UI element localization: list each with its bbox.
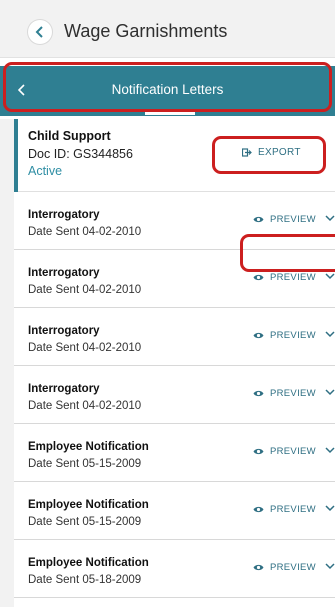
- tab-title[interactable]: Notification Letters: [0, 82, 335, 97]
- list-item[interactable]: Employee Notification Date Sent 05-18-20…: [14, 540, 335, 598]
- chevron-down-icon[interactable]: [325, 215, 335, 222]
- letters-list: Interrogatory Date Sent 04-02-2010 PREVI…: [14, 192, 335, 598]
- chevron-left-icon: [35, 26, 43, 38]
- status-text: Active: [28, 164, 63, 178]
- chevron-down-icon[interactable]: [325, 389, 335, 396]
- page-title: Wage Garnishments: [64, 21, 228, 41]
- preview-button[interactable]: PREVIEW: [253, 388, 316, 399]
- list-item[interactable]: Interrogatory Date Sent 04-02-2010 PREVI…: [14, 308, 335, 366]
- letter-date: Date Sent 05-15-2009: [28, 458, 142, 470]
- list-item[interactable]: Employee Notification Date Sent 05-15-20…: [14, 482, 335, 540]
- letter-date: Date Sent 05-18-2009: [28, 574, 142, 586]
- chevron-down-icon[interactable]: [325, 447, 335, 454]
- preview-label: PREVIEW: [270, 330, 316, 341]
- preview-button[interactable]: PREVIEW: [253, 562, 316, 573]
- preview-label: PREVIEW: [270, 562, 316, 573]
- chevron-down-icon[interactable]: [325, 331, 335, 338]
- preview-label: PREVIEW: [270, 388, 316, 399]
- eye-icon: [253, 506, 264, 513]
- eye-icon: [253, 564, 264, 571]
- list-item[interactable]: Employee Notification Date Sent 05-15-20…: [14, 424, 335, 482]
- preview-button[interactable]: PREVIEW: [253, 446, 316, 457]
- app-header: Wage Garnishments: [0, 0, 335, 58]
- eye-icon: [253, 216, 264, 223]
- export-icon: [242, 148, 252, 157]
- chevron-down-icon[interactable]: [325, 505, 335, 512]
- eye-icon: [253, 390, 264, 397]
- active-tab-indicator: [145, 112, 195, 115]
- letter-title: Employee Notification: [28, 499, 149, 511]
- doc-id: Doc ID: GS344856: [28, 147, 133, 161]
- preview-button[interactable]: PREVIEW: [253, 214, 316, 225]
- garnishment-summary: Child Support Doc ID: GS344856 Active EX…: [14, 119, 335, 192]
- notification-letters-bar: Notification Letters: [0, 66, 335, 116]
- eye-icon: [253, 448, 264, 455]
- letter-title: Interrogatory: [28, 325, 100, 337]
- preview-label: PREVIEW: [270, 446, 316, 457]
- left-gutter: [0, 119, 14, 607]
- export-label: EXPORT: [258, 147, 301, 158]
- list-item[interactable]: Interrogatory Date Sent 04-02-2010 PREVI…: [14, 250, 335, 308]
- letter-date: Date Sent 04-02-2010: [28, 284, 142, 296]
- eye-icon: [253, 332, 264, 339]
- letter-title: Interrogatory: [28, 267, 100, 279]
- preview-label: PREVIEW: [270, 504, 316, 515]
- letter-title: Employee Notification: [28, 441, 149, 453]
- preview-button[interactable]: PREVIEW: [253, 330, 316, 341]
- list-item[interactable]: Interrogatory Date Sent 04-02-2010 PREVI…: [14, 192, 335, 250]
- preview-label: PREVIEW: [270, 272, 316, 283]
- letter-date: Date Sent 04-02-2010: [28, 342, 142, 354]
- letter-title: Employee Notification: [28, 557, 149, 569]
- letter-date: Date Sent 04-02-2010: [28, 400, 142, 412]
- letter-title: Interrogatory: [28, 209, 100, 221]
- letter-date: Date Sent 04-02-2010: [28, 226, 142, 238]
- letter-date: Date Sent 05-15-2009: [28, 516, 142, 528]
- chevron-down-icon[interactable]: [325, 563, 335, 570]
- eye-icon: [253, 274, 264, 281]
- preview-button[interactable]: PREVIEW: [253, 504, 316, 515]
- preview-label: PREVIEW: [270, 214, 316, 225]
- list-item[interactable]: Interrogatory Date Sent 04-02-2010 PREVI…: [14, 366, 335, 424]
- letter-title: Interrogatory: [28, 383, 100, 395]
- back-button[interactable]: [28, 20, 52, 44]
- garnishment-name: Child Support: [28, 129, 111, 143]
- chevron-down-icon[interactable]: [325, 273, 335, 280]
- export-button[interactable]: EXPORT: [242, 147, 301, 158]
- preview-button[interactable]: PREVIEW: [253, 272, 316, 283]
